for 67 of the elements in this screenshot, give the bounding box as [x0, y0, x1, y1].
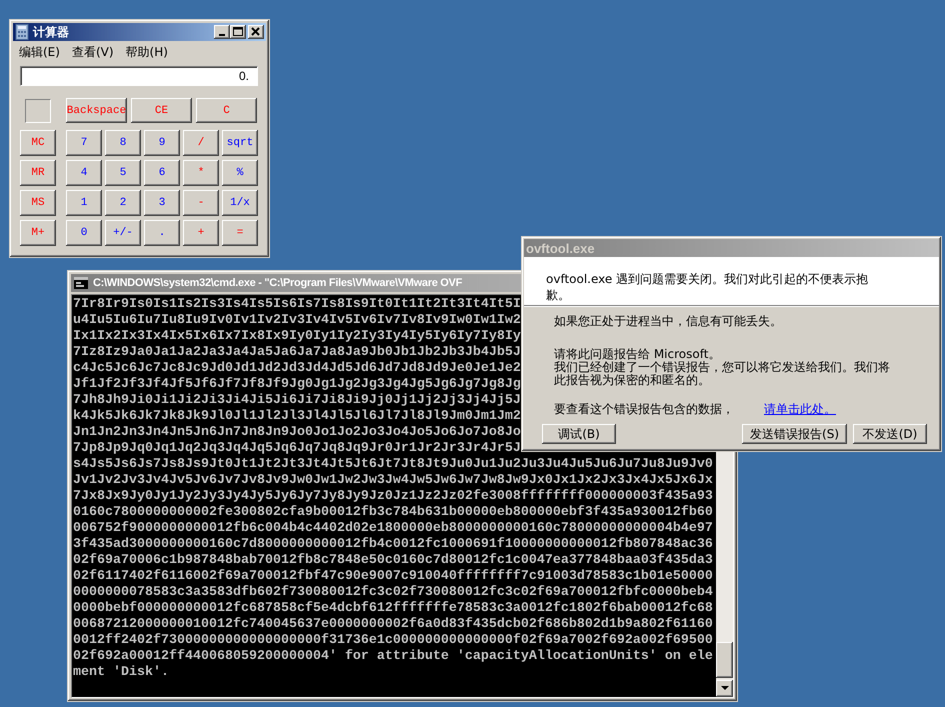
- dialog-button[interactable]: 不发送(D): [853, 424, 927, 444]
- minimize-button[interactable]: [214, 25, 230, 39]
- calculator-key[interactable]: +/-: [105, 220, 141, 246]
- console-line: 7Iz8Iz9Ja0Ja1Ja2Ja3Ja4Ja5Ja6Ja7Ja8Ja9Jb0Jb1Jb2Jb3Jb4Jb5J: [73, 345, 521, 361]
- console-line: 02f692a00012ff440068059200000004' for attribute 'capacityAllocationUnits' on ele: [73, 649, 713, 665]
- console-line: 7Jx8Jx9Jy0Jy1Jy2Jy3Jy4Jy5Jy6Jy7Jy8Jy9Jz0Jz1Jz2Jz02fe3008ffffffff000000003f435a93: [73, 489, 713, 505]
- window-title: C:\WINDOWS\system32\cmd.exe - "C:\Program Files\VMware\VMware OVF: [93, 277, 462, 289]
- console-line: Ix1Ix2Ix3Ix4Ix5Ix6Ix7Ix8Ix9Iy0Iy1Iy2Iy3Iy4Iy5Iy6Iy7Iy8Iy: [73, 329, 521, 345]
- calculator-key[interactable]: 6: [144, 160, 180, 186]
- console-line: 7Jp8Jp9Jq0Jq1Jq2Jq3Jq4Jq5Jq6Jq7Jq8Jq9Jr0Jr1Jr2Jr3Jr4Jr5J: [73, 441, 521, 457]
- console-line: c4Jc5Jc6Jc7Jc8Jc9Jd0Jd1Jd2Jd3Jd4Jd5Jd6Jd7Jd8Jd9Je0Je1Je2: [73, 361, 521, 377]
- close-button[interactable]: [248, 25, 264, 39]
- console-line: Jn1Jn2Jn3Jn4Jn5Jn6Jn7Jn8Jn9Jo0Jo1Jo2Jo3Jo4Jo5Jo6Jo7Jo8Jo: [73, 425, 521, 441]
- details-link[interactable]: 请单击此处。: [764, 401, 836, 418]
- data-prompt-text: 要查看这个错误报告包含的数据，: [554, 403, 734, 416]
- console-icon: [73, 276, 89, 290]
- calculator-key[interactable]: 7: [66, 130, 102, 156]
- console-line: ment 'Disk'.: [73, 665, 169, 681]
- console-line: 0012ff2402f73000000000000000000f31736e1c000000000000000f02f69a7002f692a002f69500: [73, 633, 713, 649]
- calculator-key[interactable]: 0: [66, 220, 102, 246]
- memory-indicator: [25, 98, 51, 122]
- console-line: 0000000078583c3a3583dfb602f730080012fc3c02f730080012fc3c02f69a700012fbfc0000beb4: [73, 585, 713, 601]
- console-line: Jf1Jf2Jf3Jf4Jf5Jf6Jf7Jf8Jf9Jg0Jg1Jg2Jg3Jg4Jg5Jg6Jg7Jg8Jg: [73, 377, 521, 393]
- console-line: 0160c7800000000002fe300802cfa9b00012fb3c784b631b00000eb800000ebf3f435a930012fb60: [73, 505, 713, 521]
- calculator-key[interactable]: 3: [144, 190, 180, 216]
- console-line: 02f6117402f6116002f69a700012fbf47c90e9007c910040ffffffff7c91003d78583c1b01e50000: [73, 569, 713, 585]
- down-arrow-icon: [720, 686, 728, 691]
- maximize-icon: [233, 27, 243, 37]
- calculator-key[interactable]: 9: [144, 130, 180, 156]
- console-line: Jv1Jv2Jv3Jv4Jv5Jv6Jv7Jv8Jv9Jw0Jw1Jw2Jw3Jw4Jw5Jw6Jw7Jw8Jw9Jx0Jx1Jx2Jx3Jx4Jx5Jx6Jx: [73, 473, 713, 489]
- maximize-button[interactable]: [230, 25, 246, 39]
- console-line: s4Js5Js6Js7Js8Js9Jt0Jt1Jt2Jt3Jt4Jt5Jt6Jt7Jt8Jt9Ju0Ju1Ju2Ju3Ju4Ju5Ju6Ju7Ju8Ju9Jv0: [73, 457, 713, 473]
- report-detail-text: 我们已经创建了一个错误报告，您可以将它发送给我们。我们将此报告视为保密的和匿名的。: [554, 361, 891, 387]
- window-title: ovftool.exe: [526, 240, 595, 256]
- calculator-key[interactable]: 2: [105, 190, 141, 216]
- calculator-key[interactable]: %: [222, 160, 258, 186]
- menu-item[interactable]: 帮助(H): [126, 44, 168, 59]
- calculator-key[interactable]: 4: [66, 160, 102, 186]
- calculator-key[interactable]: 8: [105, 130, 141, 156]
- report-request-text: 请将此问题报告给 Microsoft。: [554, 348, 722, 361]
- minimize-icon: [219, 34, 225, 36]
- close-icon: [251, 27, 261, 37]
- display-field: 0.: [20, 66, 258, 86]
- calculator-icon: [15, 24, 29, 40]
- console-line: k4Jk5Jk6Jk7Jk8Jk9Jl0Jl1Jl2Jl3Jl4Jl5Jl6Jl7Jl8Jl9Jm0Jm1Jm2: [73, 409, 521, 425]
- calculator-key[interactable]: .: [144, 220, 180, 246]
- console-line: 02f69a70006c1b987848bab70012fb8c7848e50c0160c7d80012fc1c0047ea377848baa03f435da3: [73, 553, 713, 569]
- console-line: 00687212000000010012fc740045637e0000000002f6a0d83f435dcb02f686b802d1b9a802f61160: [73, 617, 713, 633]
- console-line: 7Jh8Jh9Ji0Ji1Ji2Ji3Ji4Ji5Ji6Ji7Ji8Ji9Jj0Jj1Jj2Jj3Jj4Jj5J: [73, 393, 521, 409]
- window-title: 计算器: [33, 24, 69, 40]
- console-line: 7Ir8Ir9Is0Is1Is2Is3Is4Is5Is6Is7Is8Is9It0It1It2It3It4It5I: [73, 297, 521, 313]
- menu-item[interactable]: 编辑(E): [19, 44, 60, 59]
- console-line: 0000bebf000000000012fc687858cf5e4dcbf612fffffffe78583c3a0012fc1802f6bab00012fc68: [73, 601, 713, 617]
- scroll-thumb[interactable]: [716, 642, 733, 678]
- calculator-key[interactable]: 1: [66, 190, 102, 216]
- dialog-button[interactable]: 发送错误报告(S): [742, 424, 847, 444]
- error-message: ovftool.exe 遇到问题需要关闭。我们对此引起的不便表示抱歉。: [546, 271, 870, 303]
- calculator-key[interactable]: 1/x: [222, 190, 258, 216]
- notice-text: 如果您正处于进程当中，信息有可能丢失。: [554, 315, 783, 328]
- calculator-key[interactable]: sqrt: [222, 130, 258, 156]
- calculator-key[interactable]: 5: [105, 160, 141, 186]
- dialog-button[interactable]: 调试(B): [542, 424, 616, 444]
- menu-item[interactable]: 查看(V): [72, 44, 114, 59]
- console-line: 3f435ad3000000000160c7d8000000000012fb4c0012fc1000691f10000000000012fb807848ac36: [73, 537, 713, 553]
- scroll-down-button[interactable]: [716, 680, 733, 697]
- console-line: u4Iu5Iu6Iu7Iu8Iu9Iv0Iv1Iv2Iv3Iv4Iv5Iv6Iv7Iv8Iv9Iw0Iw1Iw2: [73, 313, 521, 329]
- console-line: 006752f9000000000012fb6c004b4c4402d02e1800000eb8000000000160c78000000000004b4e97: [73, 521, 713, 537]
